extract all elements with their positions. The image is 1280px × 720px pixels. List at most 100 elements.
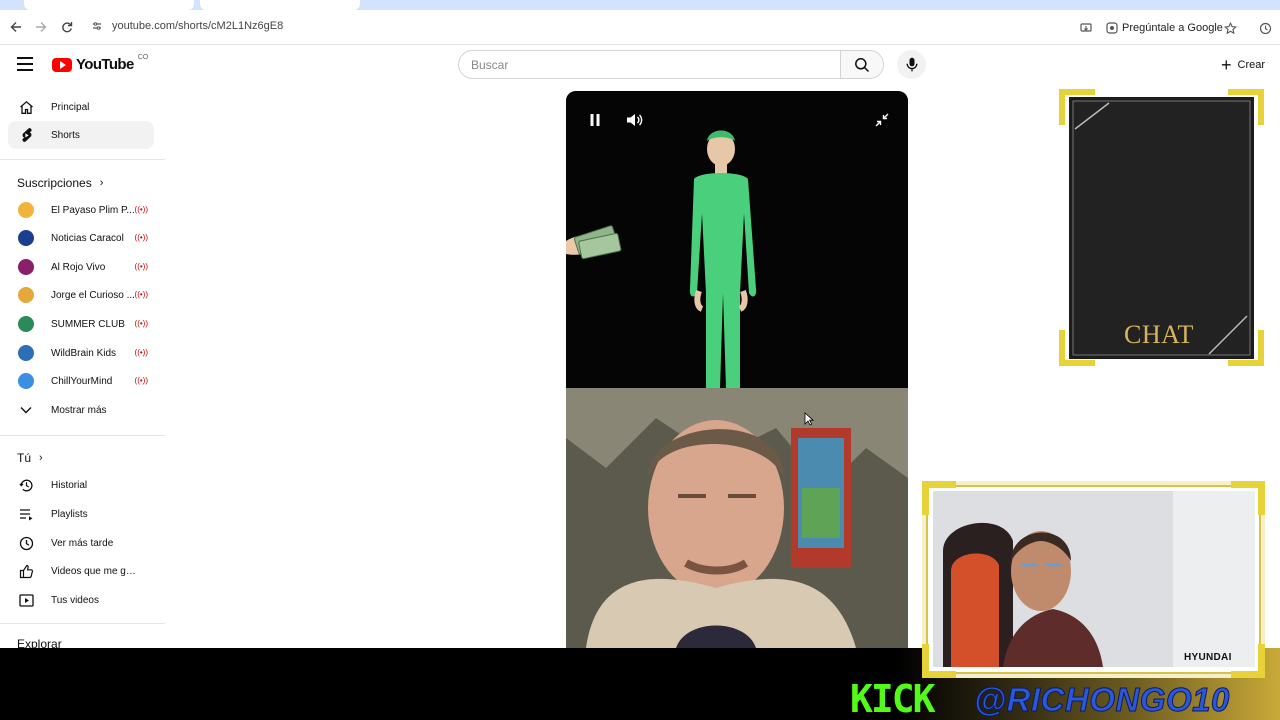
you-heading[interactable]: Tú › [17, 451, 43, 465]
presenter-video [566, 388, 908, 648]
youtube-play-icon [52, 57, 72, 72]
kick-channel-handle: @RICHONGO10 [974, 681, 1230, 718]
chevron-right-icon: › [99, 177, 104, 189]
youtube-header: YouTube CO + Crear [0, 45, 1280, 85]
sidebar-item-label: Playlists [51, 508, 88, 520]
search-input[interactable] [459, 51, 842, 78]
bookmark-star-icon[interactable] [1222, 20, 1238, 36]
green-human-figure [689, 130, 757, 388]
short-video-top-panel [566, 91, 908, 388]
subscriptions-title: Suscripciones [17, 176, 92, 190]
live-indicator-icon: ((•)) [134, 319, 148, 328]
browser-tab-active[interactable] [200, 0, 360, 10]
sidebar: Principal Shorts Suscripciones › El Paya… [0, 93, 165, 648]
address-bar-url[interactable]: youtube.com/shorts/cM2L1Nz6gE8 [112, 20, 283, 32]
history-clock-icon[interactable] [1257, 20, 1273, 36]
chat-overlay-label: CHAT [1124, 320, 1194, 349]
pause-icon [590, 114, 600, 126]
back-icon[interactable] [7, 18, 25, 36]
site-settings-icon[interactable] [92, 21, 102, 31]
playlists-icon [18, 506, 34, 522]
subscription-label: SUMMER CLUB [51, 318, 125, 330]
subscription-label: Al Rojo Vivo [51, 261, 106, 273]
live-indicator-icon: ((•)) [134, 262, 148, 271]
ask-google-label: Pregúntale a Google [1122, 22, 1223, 34]
avatar [18, 259, 34, 275]
create-button[interactable]: + Crear [1213, 52, 1273, 77]
kick-logo-text: KICK [850, 677, 936, 720]
sidebar-item-your-videos[interactable]: Tus videos [8, 586, 154, 614]
ask-google-button[interactable]: Pregúntale a Google [1106, 22, 1223, 34]
sidebar-item-subscription[interactable]: SUMMER CLUB ((•)) [8, 310, 154, 338]
forward-icon[interactable] [32, 18, 50, 36]
browser-toolbar: youtube.com/shorts/cM2L1Nz6gE8 Pregúntal… [0, 10, 1280, 45]
shorts-icon [18, 127, 34, 143]
browser-tab[interactable] [24, 0, 194, 10]
body-illustration [566, 130, 757, 388]
search-box [458, 50, 884, 79]
reload-icon[interactable] [58, 18, 76, 36]
avatar [18, 316, 34, 332]
thumbs-up-icon [18, 563, 34, 579]
short-video-bottom-panel [566, 388, 908, 648]
subscriptions-heading[interactable]: Suscripciones › [17, 176, 103, 190]
sidebar-item-label: Tus videos [51, 594, 99, 606]
install-app-icon[interactable] [1078, 20, 1094, 36]
live-indicator-icon: ((•)) [134, 290, 148, 299]
sidebar-item-playlists[interactable]: Playlists [8, 500, 154, 528]
microphone-icon [906, 57, 917, 72]
sidebar-divider [0, 435, 165, 436]
collapse-icon [875, 113, 889, 127]
mouse-cursor-icon [804, 412, 814, 426]
watch-later-icon [18, 535, 34, 551]
logo-text: YouTube [76, 56, 134, 73]
your-videos-icon [18, 592, 34, 608]
webcam-brand-label: HYUNDAI [1184, 652, 1232, 663]
sidebar-item-label: Videos que me gus... [51, 565, 136, 577]
menu-icon[interactable] [17, 57, 33, 71]
you-title: Tú [17, 451, 32, 465]
sidebar-item-subscription[interactable]: WildBrain Kids ((•)) [8, 339, 154, 367]
volume-icon [627, 114, 643, 126]
sidebar-item-show-more[interactable]: Mostrar más [8, 396, 154, 424]
sidebar-divider [0, 159, 165, 160]
sidebar-item-subscription[interactable]: Al Rojo Vivo ((•)) [8, 253, 154, 281]
voice-search-button[interactable] [897, 50, 926, 79]
sidebar-item-label: Historial [51, 479, 88, 491]
sidebar-item-label: Principal [51, 101, 90, 113]
search-button[interactable] [840, 51, 883, 78]
search-icon [855, 57, 870, 72]
volume-button[interactable] [624, 109, 646, 131]
fullscreen-button[interactable] [871, 109, 893, 131]
avatar [18, 345, 34, 361]
avatar [18, 287, 34, 303]
plus-icon: + [1221, 54, 1232, 75]
pause-button[interactable] [584, 109, 606, 131]
google-lens-icon [1106, 22, 1118, 34]
sidebar-item-label: Shorts [51, 129, 80, 141]
show-more-label: Mostrar más [51, 404, 107, 416]
sidebar-item-principal[interactable]: Principal [8, 93, 154, 121]
create-label: Crear [1237, 58, 1266, 71]
avatar [18, 230, 34, 246]
sidebar-item-subscription[interactable]: El Payaso Plim P... ((•)) [8, 196, 154, 224]
sidebar-item-shorts[interactable]: Shorts [8, 121, 154, 149]
live-indicator-icon: ((•)) [134, 376, 148, 385]
subscription-label: ChillYourMind [51, 375, 113, 387]
subscription-label: Jorge el Curioso ... [51, 289, 135, 301]
home-icon [18, 99, 34, 115]
sidebar-item-subscription[interactable]: Jorge el Curioso ... ((•)) [8, 281, 154, 309]
sidebar-item-subscription[interactable]: Noticias Caracol ((•)) [8, 224, 154, 252]
chevron-right-icon: › [39, 452, 43, 464]
sidebar-item-subscription[interactable]: ChillYourMind ((•)) [8, 367, 154, 395]
chevron-down-icon [18, 402, 34, 418]
subscription-label: El Payaso Plim P... [51, 204, 135, 216]
sidebar-item-label: Ver más tarde [51, 537, 114, 549]
sidebar-item-liked-videos[interactable]: Videos que me gus... [8, 557, 154, 585]
sidebar-item-watch-later[interactable]: Ver más tarde [8, 529, 154, 557]
sidebar-item-historial[interactable]: Historial [8, 471, 154, 499]
youtube-logo[interactable]: YouTube CO [52, 54, 148, 73]
subscription-label: Noticias Caracol [51, 232, 124, 244]
live-indicator-icon: ((•)) [134, 348, 148, 357]
shorts-player[interactable] [566, 91, 908, 648]
